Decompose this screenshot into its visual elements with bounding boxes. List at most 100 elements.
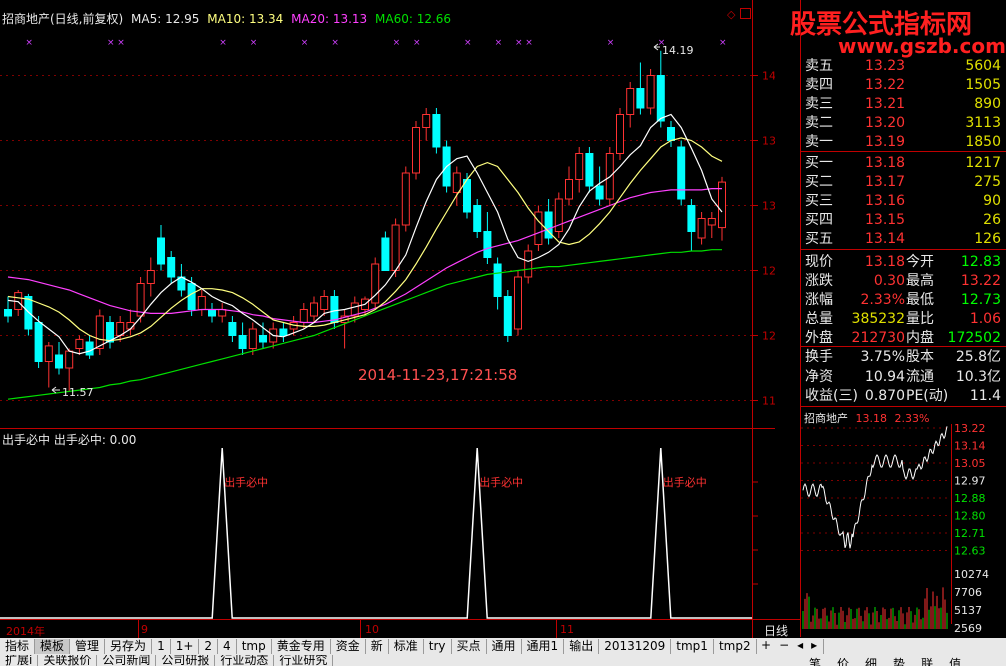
candle [95, 309, 104, 355]
toolbar-item[interactable]: 管理 [70, 639, 106, 654]
orderbook-row[interactable]: 买四 13.15 26 [805, 211, 1001, 229]
quote-value: 10.94 [864, 368, 905, 385]
quote-label: 外盘 [805, 330, 833, 346]
side-tab[interactable]: 细 [857, 655, 885, 666]
candle [146, 257, 155, 297]
price-tick-label: 13.00 [762, 200, 775, 213]
high-annotation: 14.19 [662, 44, 694, 57]
info-tab[interactable]: 行业研究 [274, 655, 334, 666]
toolbar-item[interactable]: 通用1 [522, 639, 565, 654]
intraday-chart[interactable]: 13.22 13.14 13.05 12.97 12.88 12.80 12.71 12.63… [801, 424, 1006, 652]
toolbar-item[interactable]: 买点 [452, 639, 487, 654]
toolbar-item[interactable]: 资金 [331, 639, 366, 654]
mini-tick-label: 12.97 [954, 475, 986, 488]
toolbar-item[interactable]: try [424, 639, 452, 654]
diamond-icon[interactable]: ◇ [727, 8, 735, 21]
toolbar-item[interactable]: 新 [366, 639, 389, 654]
toolbar-item[interactable]: 另存为 [105, 639, 153, 654]
toolbar-item[interactable]: tmp2 [714, 639, 757, 654]
side-tab[interactable]: 值 [941, 655, 969, 666]
orderbook-row[interactable]: 卖二 13.20 3113 [805, 114, 1001, 132]
candle [44, 342, 53, 388]
candle [208, 303, 216, 323]
quote-label: 现价 [805, 254, 833, 270]
side-tab[interactable]: 联 [913, 655, 941, 666]
signal-marker: × [515, 38, 523, 48]
ma20-label: MA20: 13.13 [291, 12, 368, 26]
candle [554, 192, 563, 238]
candle [636, 62, 645, 115]
orderbook-row[interactable]: 卖三 13.21 890 [805, 95, 1001, 113]
orderbook-row[interactable]: 买一 13.18 1217 [805, 154, 1001, 172]
signal-marker: × [107, 38, 115, 48]
toolbar-item[interactable]: 4 [218, 639, 237, 654]
quote-value: 10.3亿 [955, 368, 1001, 385]
orderbook-price: 13.14 [865, 231, 906, 247]
mini-tick-label: 13.14 [954, 440, 986, 453]
candle [585, 147, 594, 193]
toolbar-item[interactable]: 模板 [35, 639, 71, 654]
orderbook-row[interactable]: 买五 13.14 126 [805, 230, 1001, 248]
x-label-11: 11 [560, 623, 574, 636]
toolbar-item[interactable]: 标准 [389, 639, 424, 654]
candle [473, 199, 482, 238]
candle [197, 290, 206, 316]
zoom-out-button[interactable]: − [775, 638, 793, 655]
candle [422, 108, 431, 141]
template-toolbar: 指标 模板 管理 另存为 1 1+ 2 4 tmp 黄金专用 资金新标准 try 买点 通用 通用1 输出 20… [0, 638, 1006, 655]
toolbar-item[interactable]: 黄金专用 [272, 639, 331, 654]
orderbook-label: 卖五 [805, 58, 833, 74]
signal-marker: × [495, 38, 503, 48]
candle [667, 121, 675, 147]
toolbar-item[interactable]: 输出 [564, 639, 600, 654]
orderbook-price: 13.22 [865, 77, 906, 93]
candle [65, 348, 74, 392]
toolbar-item[interactable]: 20131209 [599, 639, 672, 654]
right-arrow-icon[interactable]: ▸ [807, 638, 821, 655]
quote-row: 涨幅 2.33% 最低 12.73 [805, 290, 1001, 310]
toolbar-item[interactable]: 2 [199, 639, 219, 654]
toolbar-controls: + − ◂ ▸ [757, 638, 822, 655]
orderbook-row[interactable]: 卖四 13.22 1505 [805, 76, 1001, 94]
candle [371, 257, 380, 310]
orderbook-price: 13.23 [865, 58, 906, 74]
info-tab[interactable]: 关联报价 [38, 655, 98, 666]
mini-tick-label: 13.05 [954, 457, 986, 470]
info-tab[interactable]: 扩展ⅰ [0, 655, 39, 666]
orderbook-price: 13.17 [865, 174, 906, 190]
zoom-in-button[interactable]: + [757, 638, 775, 655]
orderbook-row[interactable]: 卖一 13.19 1850 [805, 133, 1001, 151]
toolbar-item[interactable]: 1+ [171, 639, 200, 654]
toolbar-item[interactable]: tmp [237, 639, 272, 654]
side-tab[interactable]: 势 [885, 655, 913, 666]
orderbook-label: 卖二 [805, 115, 833, 131]
candlestick-chart[interactable]: 14.0013.5013.0012.5012.0011.50 ×××××××××… [0, 0, 775, 430]
orderbook-row[interactable]: 卖五 13.23 5604 [805, 57, 1001, 75]
side-tab[interactable]: 笔 [801, 655, 829, 666]
toolbar-item[interactable]: tmp1 [671, 639, 714, 654]
mini-tick-label: 12.80 [954, 510, 986, 523]
orderbook-label: 买一 [805, 155, 833, 171]
ma5-line [7, 113, 723, 355]
period-label: 日线 [764, 624, 789, 638]
watermark-url: www.gszb.com [838, 34, 1006, 58]
info-tab[interactable]: 行业动态 [215, 655, 275, 666]
toolbar-item[interactable]: 1 [152, 639, 171, 654]
toolbar-item[interactable]: 通用 [487, 639, 522, 654]
info-tab[interactable]: 公司研报 [156, 655, 216, 666]
window-icon[interactable] [740, 8, 751, 19]
quote-row: 外盘 212730 内盘 172502 [805, 328, 1001, 348]
toolbar-item[interactable]: 指标 [0, 639, 36, 654]
orderbook-label: 买三 [805, 193, 833, 209]
left-arrow-icon[interactable]: ◂ [793, 638, 807, 655]
indicator-chart[interactable]: 0.800.600.400.20 出手必中出手必中出手必中 [0, 428, 775, 638]
price-tick-label: 12.00 [762, 330, 775, 343]
side-tab[interactable]: 价 [829, 655, 857, 666]
candle [401, 166, 410, 232]
candle [483, 212, 492, 264]
orderbook-row[interactable]: 买二 13.17 275 [805, 173, 1001, 191]
quote-label: PE(动) [906, 388, 949, 404]
info-tab[interactable]: 公司新闻 [97, 655, 157, 666]
signal-marker: × [219, 38, 227, 48]
orderbook-row[interactable]: 买三 13.16 90 [805, 192, 1001, 210]
